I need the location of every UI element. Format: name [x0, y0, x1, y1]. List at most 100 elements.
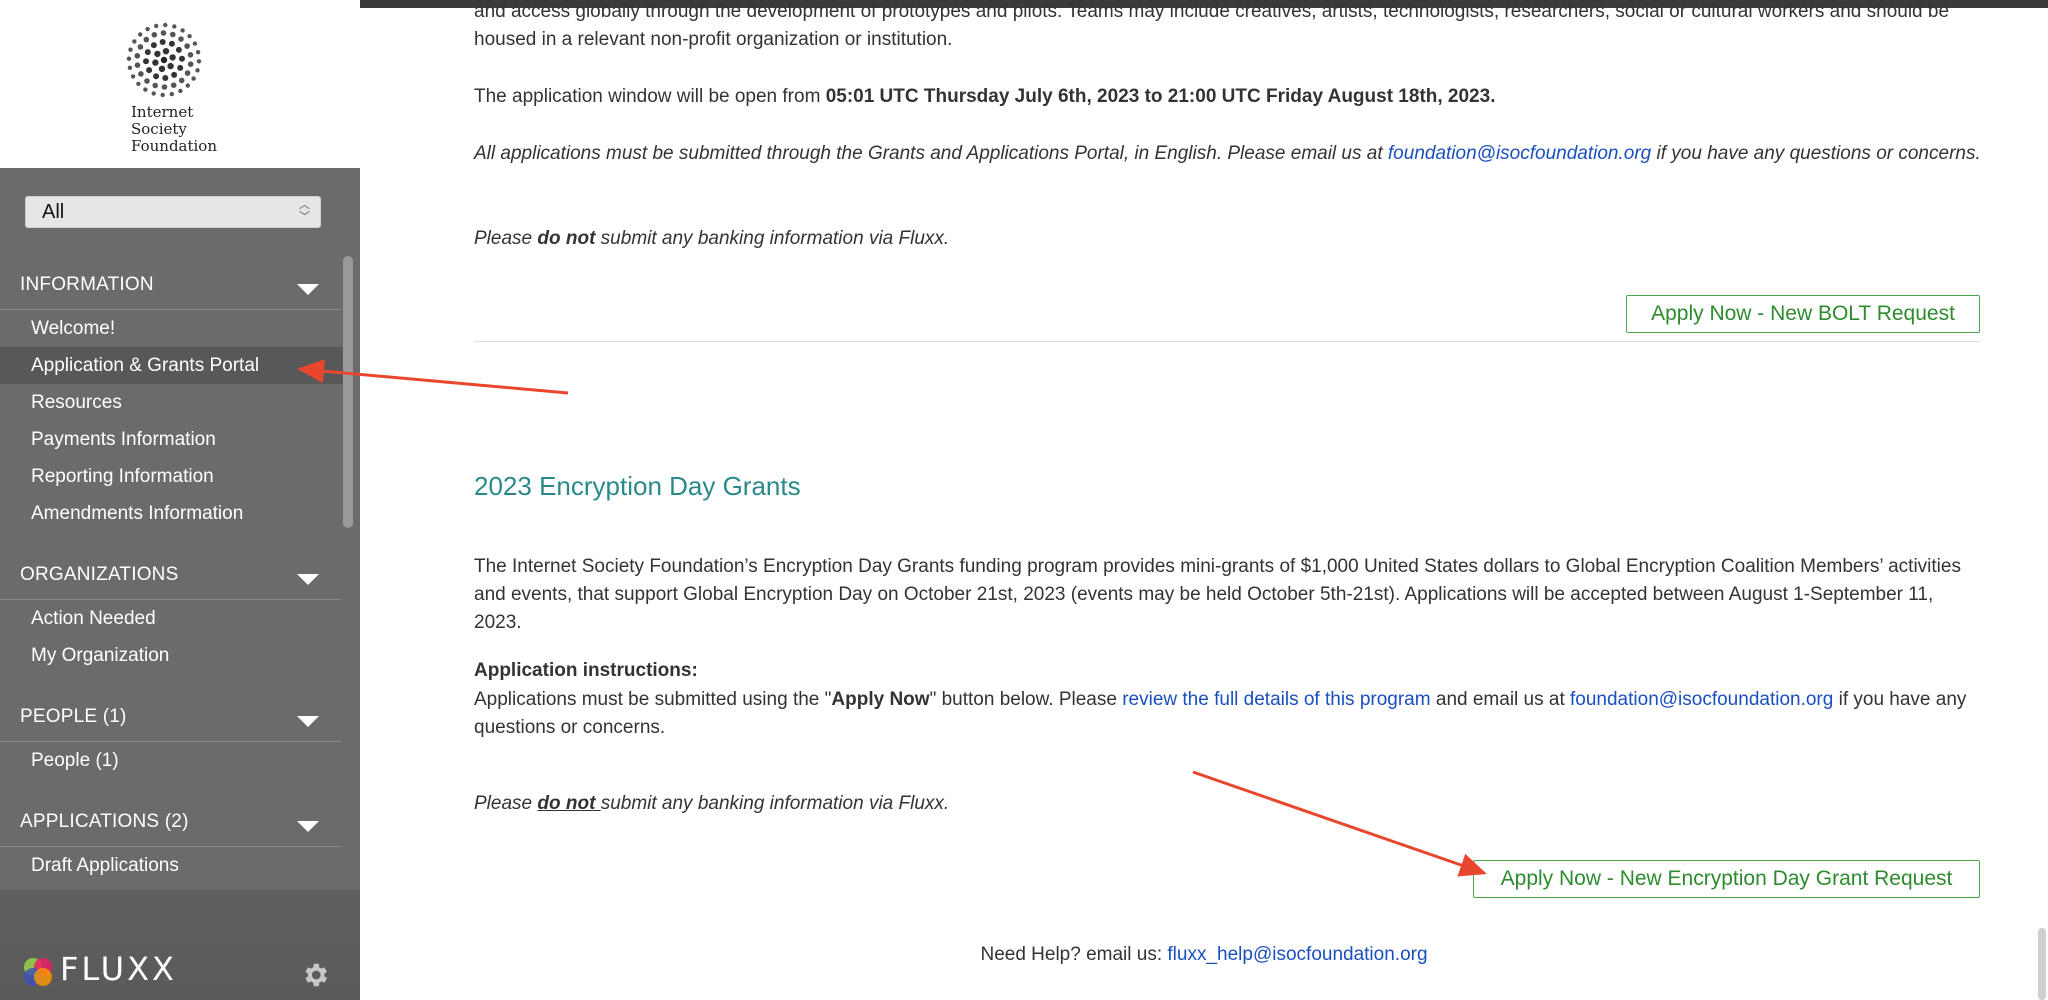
- logo-dot: [152, 82, 158, 89]
- logo-dot: [169, 91, 174, 97]
- logo-dot: [158, 65, 166, 72]
- sidebar-item-application-grants-portal[interactable]: Application & Grants Portal: [0, 347, 345, 384]
- internet-society-logo-icon: [126, 22, 202, 98]
- portal-instructions: All applications must be submitted throu…: [474, 143, 1981, 164]
- section-header-information[interactable]: INFORMATION: [0, 254, 341, 310]
- logo-dot: [134, 62, 141, 68]
- logo-dot: [178, 88, 183, 94]
- caret-down-icon[interactable]: [297, 716, 319, 727]
- page-scrollbar[interactable]: [2038, 928, 2046, 1000]
- section-header-people[interactable]: PEOPLE (1): [0, 686, 341, 742]
- logo-dot: [191, 76, 196, 81]
- sidebar-item-draft-applications[interactable]: Draft Applications: [0, 847, 345, 884]
- logo-dot: [128, 47, 133, 52]
- gear-icon[interactable]: [300, 960, 330, 990]
- logo-dot: [146, 67, 153, 74]
- logo-dot: [154, 23, 159, 29]
- logo-dot: [178, 77, 185, 84]
- foundation-email-link[interactable]: foundation@isocfoundation.org: [1388, 143, 1651, 164]
- section-title: INFORMATION: [20, 274, 154, 295]
- logo-dot: [154, 50, 161, 58]
- logo-dot: [138, 32, 143, 37]
- logo-dot: [138, 71, 144, 77]
- sidebar-item-resources[interactable]: Resources: [0, 384, 345, 421]
- logo-dot: [170, 31, 176, 38]
- logo-dot: [161, 84, 168, 90]
- banking-warning: Please do not submit any banking informa…: [474, 793, 950, 814]
- section-header-organizations[interactable]: ORGANIZATIONS: [0, 544, 341, 600]
- logo-dot: [144, 49, 151, 56]
- logo-dot: [185, 83, 190, 88]
- logo-dot: [162, 48, 170, 55]
- logo-dot: [132, 39, 137, 44]
- fluxx-logo-icon: [24, 958, 52, 986]
- instructions-label: Application instructions:: [474, 660, 698, 681]
- section-title: PEOPLE (1): [20, 706, 127, 727]
- divider: [474, 341, 1980, 342]
- sidebar-item-payments-information[interactable]: Payments Information: [0, 421, 345, 458]
- logo-dot: [162, 75, 169, 81]
- foundation-email-link[interactable]: foundation@isocfoundation.org: [1570, 689, 1833, 710]
- logo-dot: [143, 87, 148, 92]
- sidebar-item-action-needed[interactable]: Action Needed: [0, 600, 345, 637]
- logo-dot: [130, 74, 136, 79]
- apply-now-bolt-button[interactable]: Apply Now - New BOLT Request: [1626, 295, 1980, 333]
- logo-line-3: Foundation: [131, 137, 218, 155]
- logo-dot: [195, 50, 201, 55]
- sidebar-scrollbar[interactable]: [343, 256, 353, 528]
- caret-down-icon[interactable]: [297, 284, 319, 295]
- filter-select[interactable]: All ︿ ﹀: [25, 196, 321, 228]
- logo-line-1: Internet: [131, 103, 194, 121]
- logo-dot: [195, 68, 200, 73]
- main-content: and access globally through the developm…: [360, 0, 2048, 1000]
- logo-dot: [175, 46, 182, 53]
- logo-dot: [152, 59, 159, 66]
- sidebar-item-my-organization[interactable]: My Organization: [0, 637, 345, 674]
- logo-dot: [160, 30, 167, 36]
- logo-dot: [144, 78, 150, 84]
- logo-dot: [160, 56, 168, 64]
- intro-paragraph: and access globally through the developm…: [474, 1, 1950, 50]
- logo-dot: [192, 41, 198, 46]
- sidebar-item-welcome[interactable]: Welcome!: [0, 310, 345, 347]
- logo-dot: [143, 58, 149, 65]
- logo-dot: [196, 59, 202, 64]
- logo-dot: [159, 39, 166, 45]
- logo-dot: [163, 22, 168, 28]
- logo-dot: [151, 91, 156, 96]
- logo-dot: [184, 43, 190, 49]
- logo-dot: [126, 56, 132, 61]
- logo-dot: [169, 54, 176, 61]
- filter-select-value: All: [42, 201, 65, 223]
- logo-dot: [168, 40, 175, 47]
- application-window-text: The application window will be open from…: [474, 86, 1496, 107]
- logo-dot: [127, 65, 133, 70]
- logo-block[interactable]: Internet Society Foundation: [0, 0, 360, 168]
- logo-dot: [184, 70, 191, 76]
- logo-dot: [151, 32, 158, 38]
- logo-dot: [187, 61, 194, 67]
- logo-dot: [172, 24, 177, 29]
- apply-now-encryption-day-button[interactable]: Apply Now - New Encryption Day Grant Req…: [1473, 860, 1980, 898]
- logo-dot: [177, 64, 184, 71]
- sidebar-nav: INFORMATION Welcome! Application & Grant…: [0, 254, 345, 890]
- logo-dot: [150, 42, 157, 49]
- encryption-day-description: The Internet Society Foundation’s Encryp…: [474, 556, 1961, 633]
- section-title: APPLICATIONS (2): [20, 811, 189, 832]
- caret-down-icon[interactable]: [297, 574, 319, 585]
- help-email-link[interactable]: fluxx_help@isocfoundation.org: [1167, 944, 1427, 965]
- instructions-text: Applications must be submitted using the…: [474, 689, 1967, 738]
- sidebar-item-amendments-information[interactable]: Amendments Information: [0, 495, 345, 532]
- program-details-link[interactable]: review the full details of this program: [1122, 689, 1430, 710]
- logo-dot: [134, 53, 141, 59]
- logo-dot: [178, 36, 184, 42]
- banking-warning: Please do not submit any banking informa…: [474, 228, 950, 249]
- logo-dot: [143, 36, 150, 43]
- caret-down-icon[interactable]: [297, 821, 319, 832]
- section-header-applications[interactable]: APPLICATIONS (2): [0, 791, 341, 847]
- logo-line-2: Society: [131, 120, 187, 138]
- sidebar: Internet Society Foundation All ︿ ﹀ INFOR…: [0, 0, 360, 1000]
- fluxx-brand: FLUXX: [60, 950, 177, 988]
- sidebar-item-people[interactable]: People (1): [0, 742, 345, 779]
- sidebar-item-reporting-information[interactable]: Reporting Information: [0, 458, 345, 495]
